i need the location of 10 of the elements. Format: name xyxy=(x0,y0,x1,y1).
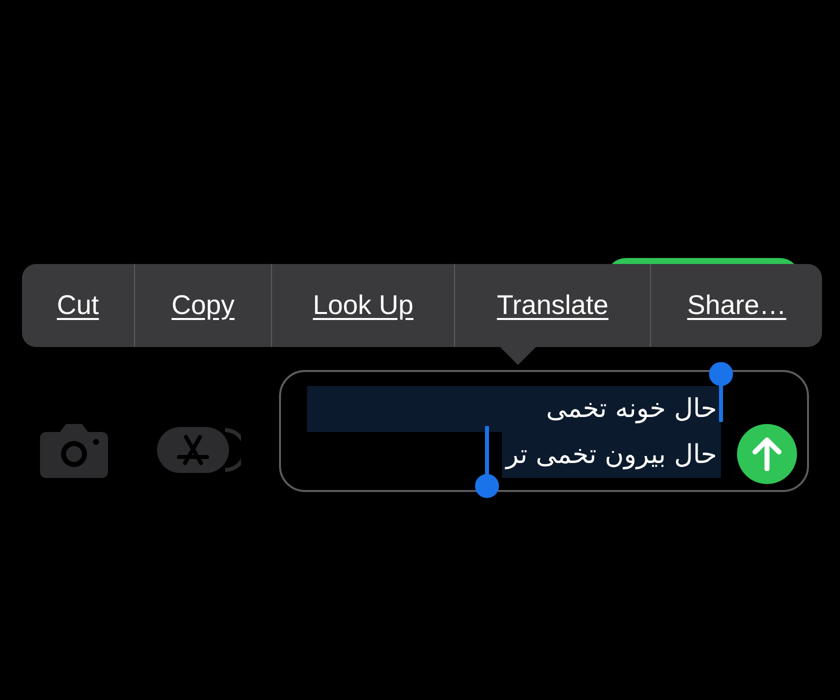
selection-handle[interactable] xyxy=(475,426,499,498)
message-field[interactable]: حال خونه تخمی حال بیرون تخمی تر xyxy=(279,370,809,492)
menu-item[interactable]: Cut xyxy=(22,264,134,347)
menu-item[interactable]: Look Up xyxy=(272,264,454,347)
menu-item[interactable]: Share… xyxy=(651,264,822,347)
menu-item[interactable]: Translate xyxy=(454,264,650,347)
arrow-up-icon xyxy=(752,437,782,471)
message-text: حال بیرون تخمی تر xyxy=(502,432,721,478)
menu-item[interactable]: Copy xyxy=(134,264,272,347)
message-text: حال خونه تخمی xyxy=(545,393,718,426)
